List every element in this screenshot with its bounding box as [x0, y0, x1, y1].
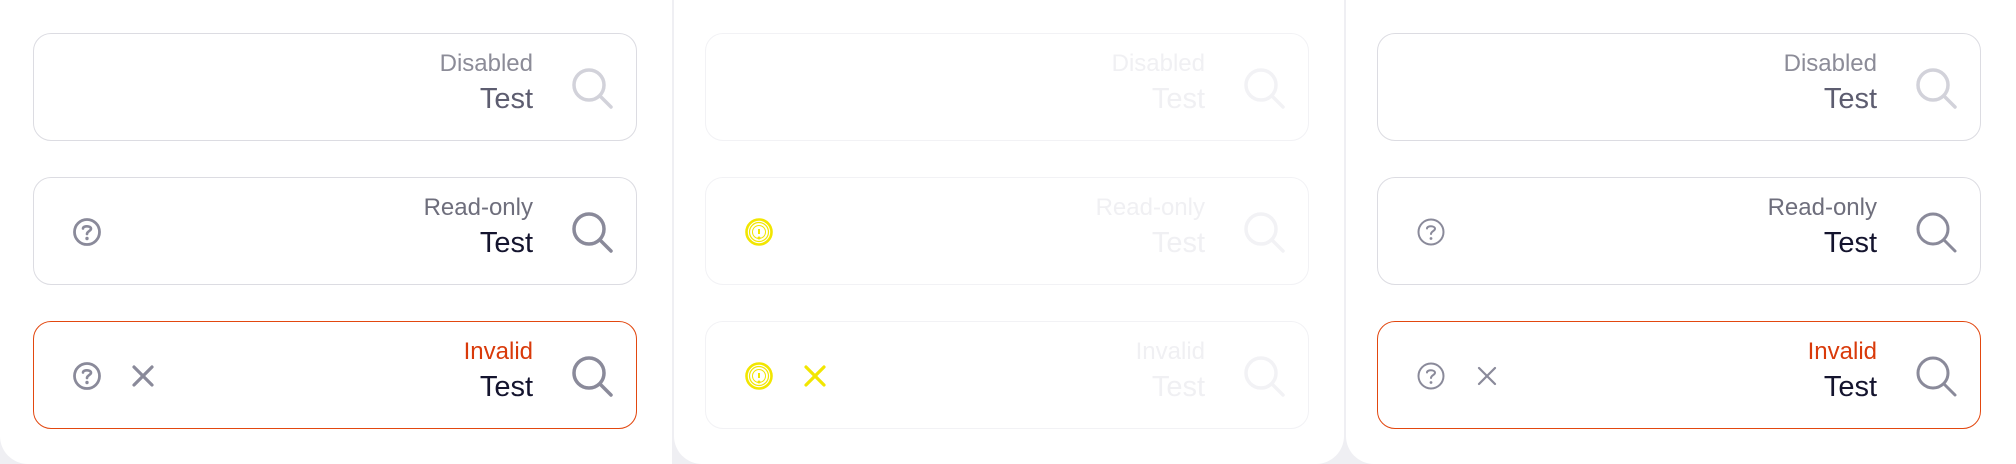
search-icon[interactable]	[1914, 354, 1958, 398]
field-label: Disabled	[439, 50, 533, 77]
preview-canvas: Disabled Test Read-only Test Invalid Tes…	[0, 0, 2016, 464]
close-icon[interactable]	[802, 363, 828, 389]
search-icon[interactable]	[570, 210, 614, 254]
close-icon[interactable]	[1474, 363, 1500, 389]
help-circle-icon[interactable]	[1416, 361, 1446, 391]
invalid-search-field[interactable]: Invalid Test	[1377, 321, 1981, 429]
field-label: Read-only	[1767, 194, 1877, 221]
invalid-search-field[interactable]: Invalid Test	[705, 321, 1309, 429]
field-value[interactable]: Test	[480, 371, 533, 404]
help-circle-icon[interactable]	[72, 361, 102, 391]
field-value: Test	[1823, 83, 1877, 115]
field-value[interactable]: Test	[1152, 371, 1205, 404]
readonly-search-field[interactable]: Read-only Test	[705, 177, 1309, 285]
field-label: Read-only	[423, 194, 533, 221]
search-icon	[1244, 68, 1285, 109]
field-value: Test	[1823, 227, 1877, 259]
disabled-search-field: Disabled Test	[705, 33, 1309, 141]
search-icon[interactable]	[1242, 354, 1286, 398]
search-icon	[572, 68, 613, 109]
help-circle-icon[interactable]	[72, 217, 102, 247]
disabled-search-field: Disabled Test	[33, 33, 637, 141]
disabled-search-field: Disabled Test	[1377, 33, 1981, 141]
search-icon[interactable]	[570, 354, 614, 398]
help-circle-icon[interactable]	[744, 361, 774, 391]
search-icon[interactable]	[1914, 210, 1958, 254]
help-circle-icon[interactable]	[1416, 217, 1446, 247]
search-icon[interactable]	[1242, 210, 1286, 254]
search-icon	[1916, 68, 1957, 109]
field-label: Invalid	[1135, 338, 1205, 365]
help-circle-icon[interactable]	[744, 217, 774, 247]
field-label: Disabled	[1111, 50, 1205, 77]
field-label: Invalid	[463, 338, 533, 365]
readonly-search-field[interactable]: Read-only Test	[1377, 177, 1981, 285]
field-label: Read-only	[1095, 194, 1205, 221]
field-value: Test	[1151, 227, 1205, 259]
invalid-search-field[interactable]: Invalid Test	[33, 321, 637, 429]
field-value: Test	[479, 83, 533, 115]
field-value[interactable]: Test	[1824, 371, 1877, 404]
field-label: Disabled	[1783, 50, 1877, 77]
readonly-search-field[interactable]: Read-only Test	[33, 177, 637, 285]
close-icon[interactable]	[130, 363, 156, 389]
field-value: Test	[479, 227, 533, 259]
field-value: Test	[1151, 83, 1205, 115]
field-label: Invalid	[1807, 338, 1877, 365]
